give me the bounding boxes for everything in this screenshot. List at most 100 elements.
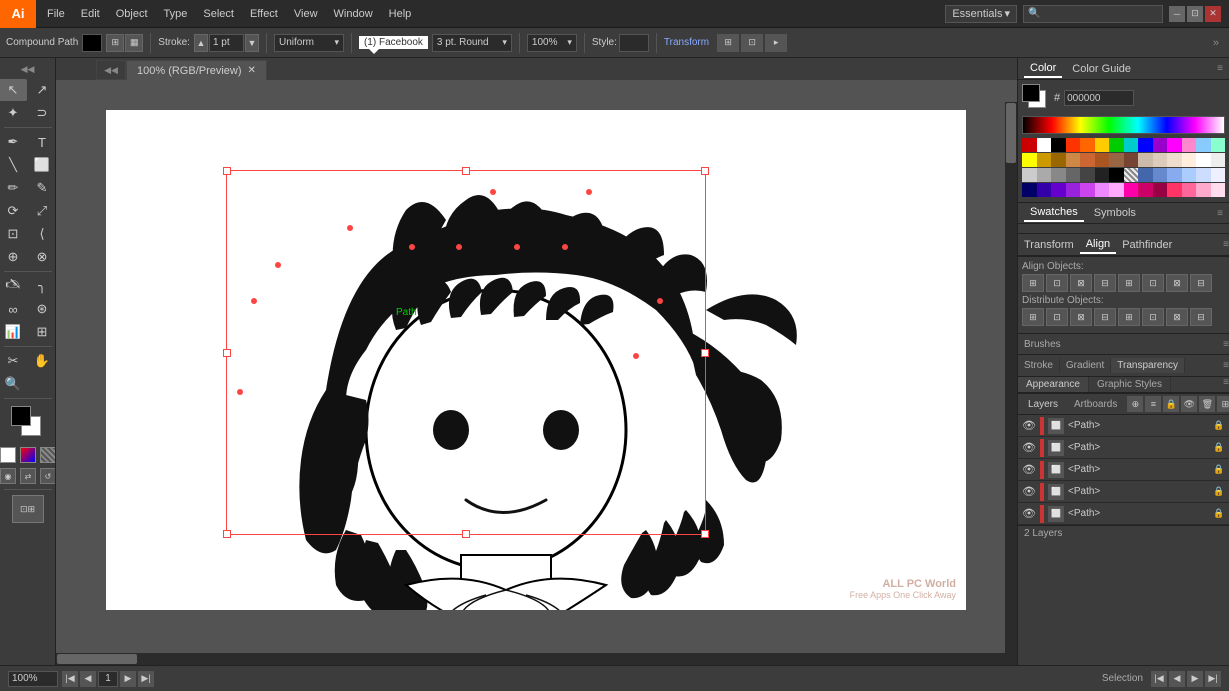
transform-icon-1[interactable]: ⊞ bbox=[717, 34, 739, 52]
swatches-collapse[interactable]: ≡ bbox=[1217, 208, 1223, 219]
layer-name-4[interactable]: <Path> bbox=[1068, 486, 1209, 497]
appearance-tab[interactable]: Appearance bbox=[1018, 377, 1089, 392]
nav-first[interactable]: |◀ bbox=[62, 671, 78, 687]
menu-window[interactable]: Window bbox=[327, 5, 380, 23]
align-collapse[interactable]: ≡ bbox=[1223, 239, 1229, 250]
menu-edit[interactable]: Edit bbox=[74, 5, 107, 23]
scrollbar-horizontal[interactable] bbox=[56, 653, 1005, 665]
symbol-spray-tool[interactable]: ⊛ bbox=[28, 298, 56, 320]
swatch-r2-6[interactable] bbox=[1095, 153, 1110, 167]
swatch-r4-13[interactable] bbox=[1196, 183, 1211, 197]
stroke-options-icon[interactable]: ⊞ bbox=[106, 34, 124, 52]
pathfinder-tab[interactable]: Pathfinder bbox=[1116, 237, 1178, 253]
artboard-tool[interactable]: ⊞ bbox=[28, 321, 56, 343]
dist-bottom[interactable]: ⊠ bbox=[1070, 308, 1092, 326]
scale-tool[interactable]: ⊡ bbox=[0, 223, 27, 245]
swatch-r2-12[interactable] bbox=[1182, 153, 1197, 167]
align-bottom[interactable]: ⊡ bbox=[1142, 274, 1164, 292]
color-guide-tab[interactable]: Color Guide bbox=[1066, 61, 1137, 77]
swatch-r4-4[interactable] bbox=[1066, 183, 1081, 197]
scroll-thumb-horizontal[interactable] bbox=[57, 654, 137, 664]
warp-tool[interactable]: ⟨ bbox=[28, 223, 56, 245]
swatch-r3-2[interactable] bbox=[1037, 168, 1052, 182]
swatch-r3-10[interactable] bbox=[1153, 168, 1168, 182]
swatch-green[interactable] bbox=[1109, 138, 1124, 152]
zoom-tool[interactable]: 🔍 bbox=[0, 373, 27, 395]
align-top[interactable]: ⊟ bbox=[1094, 274, 1116, 292]
zoom-level[interactable]: 100% bbox=[8, 671, 58, 687]
eyedropper-tool[interactable]: 🖎 bbox=[0, 275, 27, 297]
none-fill-button[interactable] bbox=[40, 447, 56, 463]
handle-bot-left[interactable] bbox=[223, 530, 231, 538]
stroke-down-arrow[interactable]: ▼ bbox=[245, 34, 259, 52]
swatch-r3-4[interactable] bbox=[1066, 168, 1081, 182]
handle-bot-right[interactable] bbox=[701, 530, 709, 538]
stroke-input[interactable] bbox=[209, 34, 244, 52]
color-panel-btn[interactable]: ◉ bbox=[0, 468, 16, 484]
layers-menu-icon[interactable]: ≡ bbox=[1145, 396, 1161, 412]
align-center-v[interactable]: ⊞ bbox=[1118, 274, 1140, 292]
swatch-r4-11[interactable] bbox=[1167, 183, 1182, 197]
align-center-h[interactable]: ⊡ bbox=[1046, 274, 1068, 292]
swatch-r2-5[interactable] bbox=[1080, 153, 1095, 167]
handle-top-center[interactable] bbox=[462, 167, 470, 175]
layer-lock-2[interactable]: 🔒 bbox=[1213, 442, 1225, 454]
swatch-white[interactable] bbox=[1037, 138, 1052, 152]
transform-icon-3[interactable]: ▸ bbox=[765, 34, 787, 52]
stroke-type-icon[interactable]: ▦ bbox=[125, 34, 143, 52]
line-tool[interactable]: ╲ bbox=[0, 154, 27, 176]
scrollbar-vertical[interactable] bbox=[1005, 102, 1017, 665]
swatch-r3-1[interactable] bbox=[1022, 168, 1037, 182]
align-extra[interactable]: ⊠ bbox=[1166, 274, 1188, 292]
swatch-r4-6[interactable] bbox=[1095, 183, 1110, 197]
swatch-black[interactable] bbox=[1051, 138, 1066, 152]
dist-top[interactable]: ⊞ bbox=[1022, 308, 1044, 326]
layer-lock-1[interactable]: 🔒 bbox=[1213, 420, 1225, 432]
swatch-orange[interactable] bbox=[1080, 138, 1095, 152]
lasso-tool[interactable]: ⊃ bbox=[28, 102, 56, 124]
gradient-button[interactable] bbox=[20, 447, 36, 463]
layers-new-icon[interactable]: ⊕ bbox=[1127, 396, 1143, 412]
play-first[interactable]: |◀ bbox=[1151, 671, 1167, 687]
graphic-styles-tab[interactable]: Graphic Styles bbox=[1089, 377, 1171, 392]
selection-tool[interactable]: ↖ bbox=[0, 79, 27, 101]
swatch-r2-13[interactable] bbox=[1196, 153, 1211, 167]
handle-mid-left[interactable] bbox=[223, 349, 231, 357]
canvas-collapse-btn[interactable]: ◀◀ bbox=[96, 60, 126, 80]
layer-lock-5[interactable]: 🔒 bbox=[1213, 508, 1225, 520]
transparency-tab[interactable]: Transparency bbox=[1111, 358, 1185, 373]
canvas-tab-1[interactable]: 100% (RGB/Preview) ✕ bbox=[126, 60, 267, 80]
swatch-purple[interactable] bbox=[1153, 138, 1168, 152]
layers-tab[interactable]: Layers bbox=[1022, 397, 1064, 412]
toolbar-overflow[interactable]: » bbox=[1213, 37, 1223, 49]
swatch-magenta[interactable] bbox=[1167, 138, 1182, 152]
align-tab[interactable]: Align bbox=[1080, 236, 1116, 254]
swatch-r2-3[interactable] bbox=[1051, 153, 1066, 167]
swatch-r4-7[interactable] bbox=[1109, 183, 1124, 197]
swatch-r2-14[interactable] bbox=[1211, 153, 1226, 167]
layers-move-icon[interactable]: ⊞ bbox=[1217, 396, 1229, 412]
handle-bot-center[interactable] bbox=[462, 530, 470, 538]
color-gradient[interactable] bbox=[1022, 116, 1225, 134]
dist-center-h[interactable]: ⊡ bbox=[1046, 308, 1068, 326]
align-extra2[interactable]: ⊟ bbox=[1190, 274, 1212, 292]
layers-eye-icon[interactable]: 👁 bbox=[1181, 396, 1197, 412]
canvas-tab-close[interactable]: ✕ bbox=[248, 65, 256, 76]
slice-tool[interactable]: ✂ bbox=[0, 350, 27, 372]
swatch-r3-5[interactable] bbox=[1080, 168, 1095, 182]
dist-right[interactable]: ⊡ bbox=[1142, 308, 1164, 326]
artboards-tab[interactable]: Artboards bbox=[1068, 397, 1123, 412]
symbols-tab[interactable]: Symbols bbox=[1088, 205, 1142, 221]
swatch-r3-6[interactable] bbox=[1095, 168, 1110, 182]
menu-effect[interactable]: Effect bbox=[243, 5, 285, 23]
layer-lock-3[interactable]: 🔒 bbox=[1213, 464, 1225, 476]
stroke-tab[interactable]: Stroke bbox=[1018, 358, 1060, 373]
transform-icon-2[interactable]: ⊡ bbox=[741, 34, 763, 52]
swatch-r3-8[interactable] bbox=[1124, 168, 1139, 182]
swatch-r4-12[interactable] bbox=[1182, 183, 1197, 197]
swatch-r4-2[interactable] bbox=[1037, 183, 1052, 197]
zoom-dropdown[interactable]: 100% ▾ bbox=[527, 34, 577, 52]
dist-extra2[interactable]: ⊟ bbox=[1190, 308, 1212, 326]
type-tool[interactable]: T bbox=[28, 131, 56, 153]
transform-tab[interactable]: Transform bbox=[1018, 237, 1080, 253]
